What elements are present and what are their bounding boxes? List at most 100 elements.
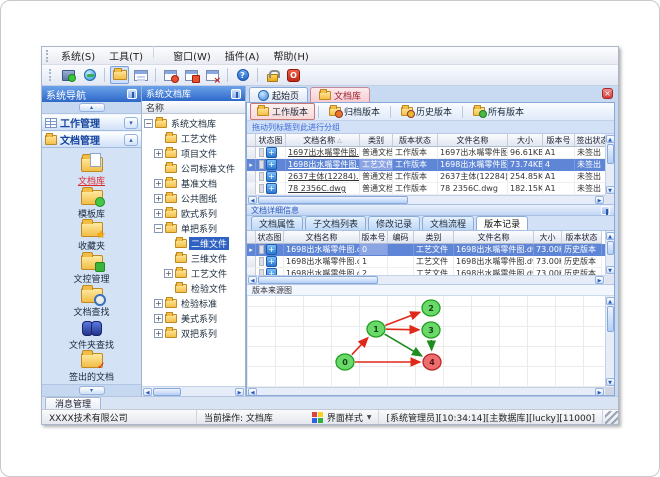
work-version-button[interactable]: 工作版本: [250, 103, 316, 120]
chevron-icon[interactable]: ▾: [124, 116, 138, 129]
scrollbar-thumb[interactable]: [606, 306, 614, 332]
column-header-5[interactable]: 文件名称: [438, 134, 508, 147]
sidebar-item-favorites[interactable]: 收藏夹: [45, 219, 139, 253]
tree-node[interactable]: + 双把系列: [154, 326, 245, 341]
tree-node-label[interactable]: 检验文件: [189, 282, 229, 295]
tree-node-label[interactable]: 公共图纸: [179, 192, 219, 205]
table-row[interactable]: +1698出水嘴零件图.dwg2工艺文件1698出水嘴零件图.dwg73.00K…: [247, 268, 605, 275]
column-header-7[interactable]: 大小: [534, 231, 562, 244]
collapse-down-button[interactable]: ▾: [78, 386, 105, 395]
tree-expander-icon[interactable]: +: [154, 209, 163, 218]
tree-node-label[interactable]: 项目文件: [179, 147, 219, 160]
tree-expander-icon[interactable]: +: [164, 269, 173, 278]
column-header-5[interactable]: 类别: [414, 231, 454, 244]
tree-node[interactable]: + 公共图纸: [154, 191, 245, 206]
tree-node[interactable]: + 项目文件: [154, 146, 245, 161]
tree-node[interactable]: − 系统文档库: [144, 116, 245, 131]
sidebar-item-checked-out-docs[interactable]: 签出的文档: [45, 350, 139, 384]
scroll-left-arrow-icon[interactable]: ◀: [248, 276, 257, 284]
scroll-left-arrow-icon[interactable]: ◀: [248, 196, 257, 204]
version-graph[interactable]: 0 1 2 3 4: [247, 296, 605, 387]
group-work-management[interactable]: 工作管理 ▾: [42, 114, 141, 131]
document-table-vscrollbar[interactable]: ▲ ▼: [605, 134, 614, 195]
scroll-down-arrow-icon[interactable]: ▼: [605, 266, 614, 274]
column-header-1[interactable]: 状态图: [256, 231, 284, 244]
version-table-hscrollbar[interactable]: ◀ ▶: [247, 275, 605, 284]
detail-tab-version-record[interactable]: 版本记录: [476, 216, 529, 230]
tree-node-label[interactable]: 工艺文件: [179, 132, 219, 145]
lock-button[interactable]: [263, 66, 282, 84]
tree-node[interactable]: − 单把系列: [154, 221, 245, 236]
cell[interactable]: 1697出水嘴零件图.dwg: [286, 147, 360, 159]
scroll-down-arrow-icon[interactable]: ▼: [605, 378, 614, 386]
table-row[interactable]: +1698出水嘴零件图.dwg1工艺文件1698出水嘴零件图.dwg73.00K…: [247, 256, 605, 268]
scroll-left-arrow-icon[interactable]: ◀: [143, 387, 152, 396]
table-row[interactable]: +1697出水嘴零件图.dwg普通文档工作版本1697出水嘴零件图.dwg96.…: [247, 147, 605, 159]
column-header-3[interactable]: 类别: [360, 134, 393, 147]
pin-icon[interactable]: [127, 89, 137, 99]
scroll-right-arrow-icon[interactable]: ▶: [595, 196, 604, 204]
help-button[interactable]: ?: [233, 66, 252, 84]
collapse-up-button[interactable]: ▴: [78, 103, 105, 112]
tree-expander-icon[interactable]: +: [154, 194, 163, 203]
new-doc-window-button[interactable]: [161, 66, 180, 84]
sidebar-item-doc-control[interactable]: 文控管理: [45, 252, 139, 286]
tree-expander-icon[interactable]: +: [154, 149, 163, 158]
column-header-1[interactable]: 状态图: [256, 134, 286, 147]
column-header-2[interactable]: 文档名称: [284, 231, 360, 244]
tree-node-label[interactable]: 工艺文件: [189, 267, 229, 280]
column-header-2[interactable]: 文档名称 △: [286, 134, 360, 147]
graph-hscrollbar[interactable]: ◀ ▶: [247, 387, 605, 395]
archive-version-button[interactable]: 归档版本: [322, 103, 387, 120]
scrollbar-thumb[interactable]: [153, 387, 181, 396]
tree-expander-icon[interactable]: +: [154, 299, 163, 308]
chevron-icon[interactable]: ▴: [124, 133, 138, 146]
table-row[interactable]: ▸+1698出水嘴零件图.dwg0工艺文件1698出水嘴零件图.dwg73.00…: [247, 244, 605, 256]
message-management-tab[interactable]: 消息管理: [45, 397, 102, 410]
library-window-button[interactable]: [131, 66, 150, 84]
library-open-button[interactable]: [110, 66, 129, 84]
scroll-down-arrow-icon[interactable]: ▼: [605, 186, 614, 194]
tree-node[interactable]: + 工艺文件: [164, 266, 245, 281]
tab-document-library[interactable]: 文档库: [310, 87, 371, 102]
scrollbar-thumb[interactable]: [258, 276, 378, 284]
tree-expander-icon[interactable]: +: [154, 179, 163, 188]
sidebar-item-document-library[interactable]: 文档库: [45, 153, 139, 188]
detail-tab-doc-flow[interactable]: 文档流程: [422, 216, 475, 230]
scrollbar-thumb[interactable]: [258, 196, 408, 204]
tree-horizontal-scrollbar[interactable]: ◀ ▶: [142, 386, 245, 396]
menu-tools[interactable]: 工具(T): [102, 46, 150, 65]
tree-node-label[interactable]: 二维文件: [189, 237, 230, 250]
tree-node[interactable]: 三维文件: [164, 251, 245, 266]
resize-grip[interactable]: [605, 410, 618, 424]
ui-style-button[interactable]: 界面样式 ▼: [305, 410, 380, 424]
document-table-hscrollbar[interactable]: ◀ ▶: [247, 195, 605, 204]
tab-start-page[interactable]: 起始页: [249, 87, 309, 102]
group-doc-management[interactable]: 文档管理 ▴: [42, 131, 141, 148]
cell[interactable]: 2637主体(12284).dwg: [286, 171, 360, 183]
close-doc-window-button[interactable]: [203, 66, 222, 86]
exit-button[interactable]: O: [284, 66, 303, 84]
scrollbar-thumb[interactable]: [606, 144, 614, 164]
cell[interactable]: 78 2356C.dwg: [286, 183, 360, 195]
close-tab-icon[interactable]: ×: [602, 88, 613, 99]
table-row[interactable]: ▸+1698出水嘴零件图.dwg工艺文件工作版本1698出水嘴零件图.dwg73…: [247, 159, 605, 171]
column-header-7[interactable]: 版本号: [543, 134, 575, 147]
tree-node[interactable]: + 检验标准: [154, 296, 245, 311]
sidebar-item-template-library[interactable]: 模板库: [45, 186, 139, 221]
tree-node-label[interactable]: 单把系列: [179, 222, 219, 235]
table-row[interactable]: +2637主体(12284).dwg普通文档工作版本2637主体(12284).…: [247, 171, 605, 183]
tree-expander-icon[interactable]: −: [144, 119, 153, 128]
sidebar-item-folder-search[interactable]: 文件夹查找: [45, 319, 139, 352]
column-header-3[interactable]: 版本号: [360, 231, 388, 244]
scroll-right-arrow-icon[interactable]: ▶: [595, 387, 604, 395]
column-header-6[interactable]: 大小: [508, 134, 543, 147]
scroll-up-arrow-icon[interactable]: ▲: [605, 297, 614, 305]
detail-tab-subdoc-list[interactable]: 子文档列表: [305, 216, 367, 230]
tree-node-label[interactable]: 基准文档: [179, 177, 219, 190]
tree-node-label[interactable]: 公司标准文件: [179, 162, 237, 175]
tree-node[interactable]: + 美式系列: [154, 311, 245, 326]
tree-node-label[interactable]: 美式系列: [179, 312, 219, 325]
menu-window[interactable]: 窗口(W): [166, 46, 218, 65]
tree-node[interactable]: 二维文件: [164, 236, 245, 251]
